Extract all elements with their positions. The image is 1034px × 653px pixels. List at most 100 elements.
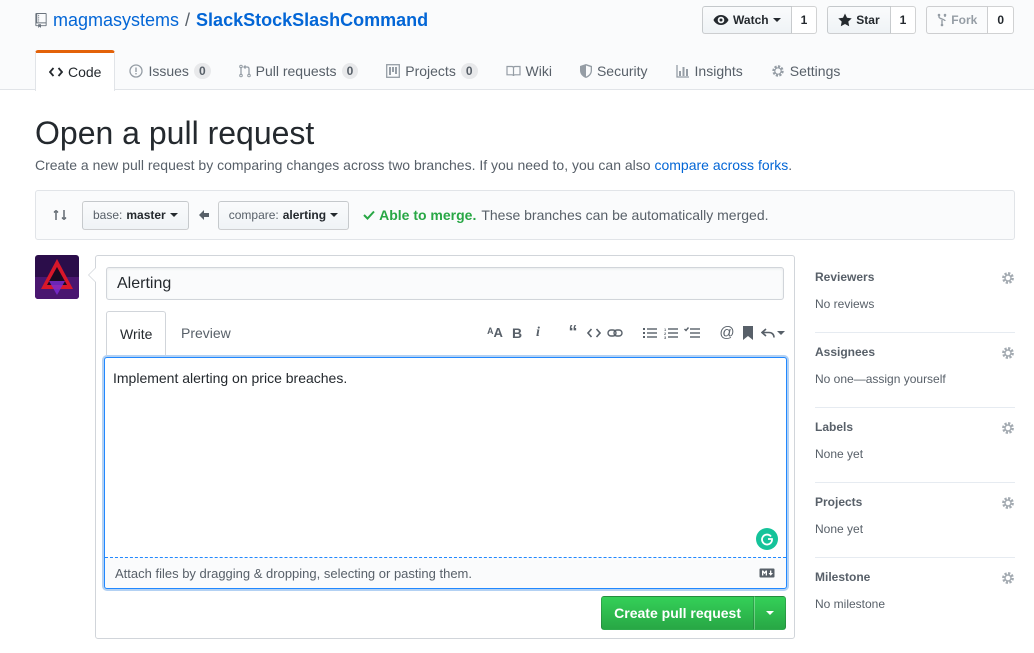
project-icon: [386, 63, 401, 78]
quote-icon[interactable]: “: [564, 322, 582, 343]
range-editor: base: master compare: alerting Able to m…: [35, 190, 1015, 240]
base-branch-select[interactable]: base: master: [82, 200, 189, 230]
repo-owner-link[interactable]: magmasystems: [53, 10, 179, 31]
tab-settings[interactable]: Settings: [757, 50, 855, 90]
tab-insights-label: Insights: [694, 62, 743, 79]
fork-button[interactable]: Fork: [926, 6, 989, 34]
chevron-down-icon: [330, 213, 339, 217]
sidebar-assignees-heading: Assignees: [815, 345, 876, 359]
sidebar-assignees-value[interactable]: No one—assign yourself: [815, 372, 946, 386]
repo-icon: [35, 12, 47, 28]
tab-issues[interactable]: Issues 0: [115, 50, 224, 90]
watch-button[interactable]: Watch: [702, 6, 792, 34]
chevron-down-icon: [766, 611, 774, 615]
tab-security[interactable]: Security: [566, 50, 662, 90]
file-attach-bar[interactable]: Attach files by dragging & dropping, sel…: [105, 557, 786, 588]
pull-request-icon: [238, 64, 251, 77]
avatar[interactable]: [35, 255, 79, 299]
sidebar-labels-value: None yet: [815, 447, 864, 461]
reply-icon[interactable]: [760, 323, 786, 343]
pull-requests-counter: 0: [341, 62, 359, 79]
tab-insights[interactable]: Insights: [662, 50, 757, 90]
create-pull-request-dropdown[interactable]: [754, 596, 786, 630]
book-icon: [505, 65, 521, 76]
sidebar-reviewers: Reviewers No reviews: [815, 258, 1015, 333]
sidebar-projects-heading: Projects: [815, 495, 863, 509]
tab-write[interactable]: Write: [106, 311, 167, 355]
page-title: Open a pull request: [35, 115, 315, 151]
watch-count[interactable]: 1: [791, 6, 818, 34]
chevron-down-icon: [772, 18, 781, 22]
compare-branch-select[interactable]: compare: alerting: [217, 200, 350, 230]
tab-code-label: Code: [68, 64, 102, 80]
toolbar-misc-group: @: [715, 323, 786, 343]
gear-icon[interactable]: [1001, 421, 1015, 435]
repo-header: magmasystems / SlackStockSlashCommand Wa…: [0, 0, 1034, 91]
grammarly-icon[interactable]: [756, 528, 778, 550]
unordered-list-icon[interactable]: [641, 323, 659, 343]
gear-icon[interactable]: [1001, 496, 1015, 510]
discussion-sidebar: Reviewers No reviews Assignees No one—as…: [815, 258, 1015, 633]
code-icon[interactable]: [585, 323, 603, 343]
repo-name-link[interactable]: SlackStockSlashCommand: [196, 10, 428, 31]
task-list-icon[interactable]: [683, 323, 701, 343]
tab-projects-label: Projects: [405, 62, 456, 79]
create-pull-request-button[interactable]: Create pull request: [601, 596, 754, 630]
link-icon[interactable]: [606, 323, 624, 343]
gear-icon[interactable]: [1001, 346, 1015, 360]
tab-pull-requests-label: Pull requests: [255, 62, 337, 79]
toolbar-text-group: ᴬA B i: [482, 323, 547, 343]
graph-icon: [675, 64, 689, 78]
tab-wiki[interactable]: Wiki: [492, 50, 566, 90]
sidebar-reviewers-value: No reviews: [815, 297, 875, 311]
comment-body[interactable]: Implement alerting on price breaches. At…: [104, 357, 787, 589]
bookmark-icon[interactable]: [739, 323, 757, 343]
repo-separator: /: [185, 9, 191, 30]
issue-icon: [129, 63, 144, 78]
italic-icon[interactable]: i: [529, 323, 547, 343]
tab-security-label: Security: [596, 62, 648, 79]
markdown-icon[interactable]: [759, 568, 775, 578]
tab-pull-requests[interactable]: Pull requests 0: [225, 50, 373, 90]
toolbar-insert-group: “: [561, 322, 624, 343]
sidebar-projects: Projects None yet: [815, 483, 1015, 558]
eye-icon: [713, 15, 729, 25]
compare-branch-name: alerting: [282, 208, 327, 222]
mention-icon[interactable]: @: [718, 323, 736, 343]
tab-preview[interactable]: Preview: [168, 311, 244, 354]
pr-title-input[interactable]: [106, 267, 784, 300]
fork-icon: [937, 13, 947, 27]
tab-code[interactable]: Code: [35, 50, 116, 91]
compare-branch-prefix: compare:: [228, 208, 279, 222]
file-attach-hint: Attach files by dragging & dropping, sel…: [115, 566, 472, 581]
gear-icon[interactable]: [1001, 571, 1015, 585]
page-description: Create a new pull request by comparing c…: [35, 157, 792, 173]
markdown-toolbar: ᴬA B i “ 123 @: [468, 311, 786, 354]
sidebar-milestone-value: No milestone: [815, 597, 886, 611]
bold-icon[interactable]: B: [508, 323, 526, 343]
chevron-down-icon: [169, 213, 178, 217]
avatar-image: [35, 255, 79, 299]
comment-tabs: Write Preview ᴬA B i “ 1 2 3 @: [106, 311, 786, 355]
sidebar-labels: Labels None yet: [815, 408, 1015, 483]
tab-settings-label: Settings: [789, 62, 841, 79]
star-icon: [838, 13, 852, 27]
tab-projects[interactable]: Projects 0: [372, 50, 491, 90]
base-branch-name: master: [126, 208, 166, 222]
repo-nav: Code Issues 0 Pull requests 0 Projects 0…: [35, 50, 855, 91]
fork-label: Fork: [951, 13, 978, 27]
compare-arrows-icon[interactable]: [52, 207, 68, 223]
compare-across-forks-link[interactable]: compare across forks: [654, 157, 788, 173]
ordered-list-icon[interactable]: 123: [662, 323, 680, 343]
page-description-text: Create a new pull request by comparing c…: [35, 157, 655, 173]
gear-icon: [772, 64, 784, 77]
code-icon: [49, 67, 63, 77]
star-count[interactable]: 1: [890, 6, 917, 34]
page-description-end: .: [788, 157, 793, 173]
header-icon[interactable]: ᴬA: [485, 323, 505, 343]
toolbar-list-group: 123: [638, 323, 701, 343]
repo-actions: Watch 1 Star 1 Fork 0: [692, 6, 1014, 34]
star-button[interactable]: Star: [827, 6, 891, 34]
fork-count[interactable]: 0: [988, 6, 1014, 34]
gear-icon[interactable]: [1001, 271, 1015, 285]
